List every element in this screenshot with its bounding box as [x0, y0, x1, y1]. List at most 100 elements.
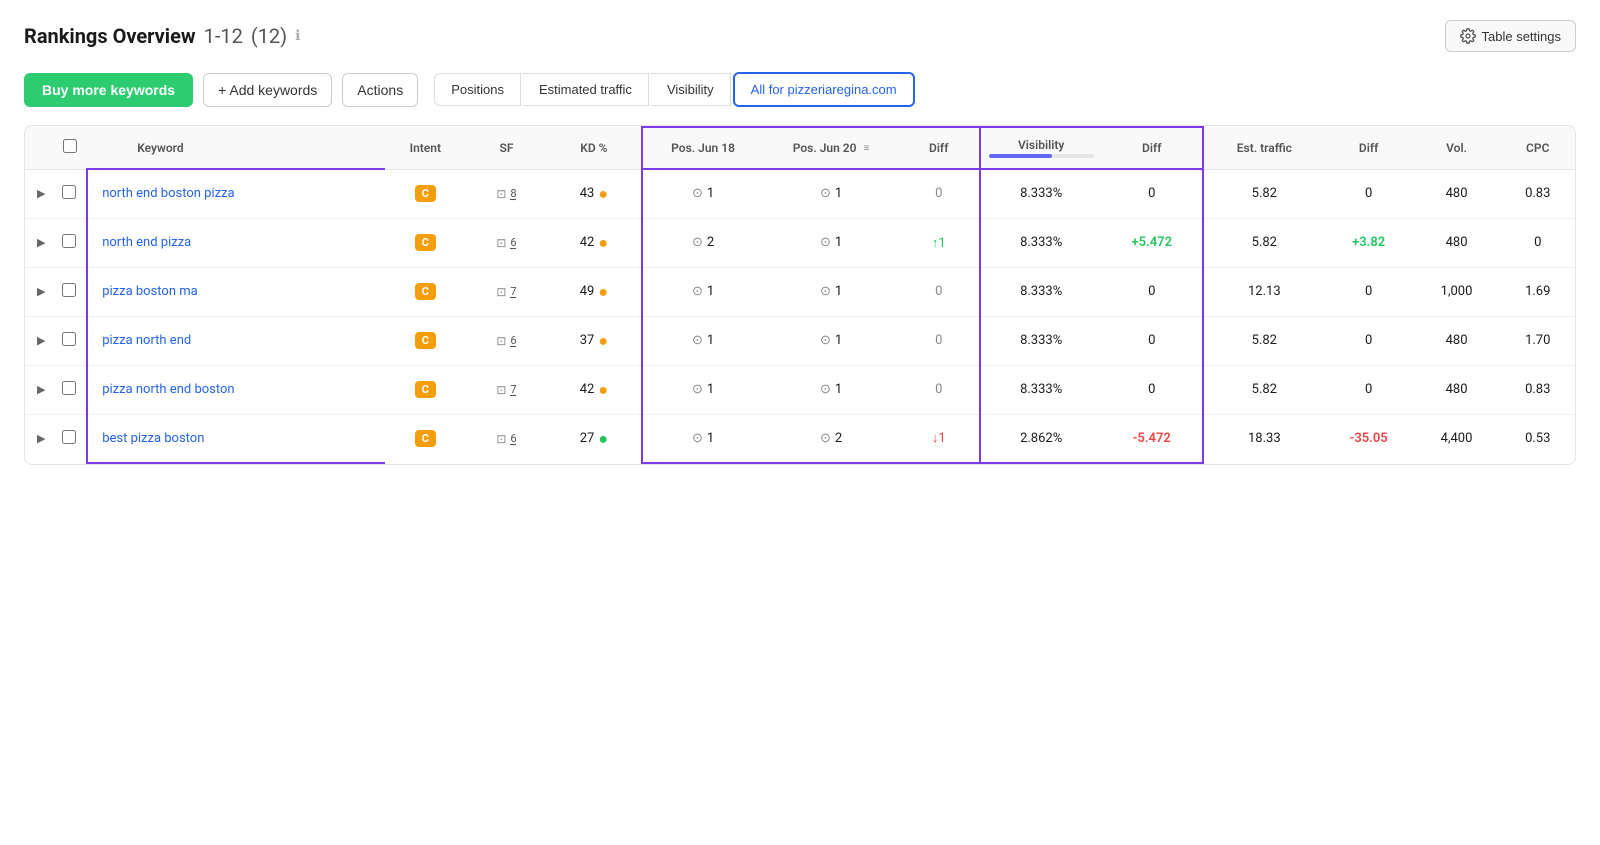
pin-icon: ⊙	[692, 333, 703, 348]
sf-cell: ⊡ 7	[466, 365, 547, 414]
cpc-cell: 0	[1501, 218, 1576, 267]
check-cell[interactable]	[52, 267, 87, 316]
sf-number: 6	[510, 334, 516, 347]
keyword-link[interactable]: pizza boston ma	[102, 284, 198, 299]
expand-button[interactable]: ▶	[33, 283, 49, 300]
vis-diff-cell: -5.472	[1102, 414, 1203, 463]
pin-icon: ⊙	[692, 431, 703, 446]
sf-cell: ⊡ 6	[466, 316, 547, 365]
keyword-link[interactable]: north end pizza	[102, 235, 191, 250]
visibility-value: 8.333%	[1020, 235, 1062, 250]
info-icon[interactable]: ℹ	[295, 28, 300, 44]
pos-jun20-value: 1	[835, 284, 842, 299]
vis-diff-cell: +5.472	[1102, 218, 1203, 267]
est-diff-cell: +3.82	[1325, 218, 1413, 267]
vol-cell: 480	[1413, 316, 1501, 365]
vol-value: 1,000	[1441, 284, 1473, 299]
kd-dot: ●	[598, 184, 608, 204]
pin-icon-2: ⊙	[820, 186, 831, 201]
vis-diff-cell: 0	[1102, 267, 1203, 316]
keyword-link[interactable]: best pizza boston	[102, 431, 204, 446]
expand-cell[interactable]: ▶	[25, 267, 52, 316]
table-row: ▶ pizza boston ma C ⊡ 7 49 ●	[25, 267, 1575, 316]
expand-button[interactable]: ▶	[33, 332, 49, 349]
row-checkbox[interactable]	[62, 185, 76, 199]
row-checkbox[interactable]	[62, 430, 76, 444]
kd-value: 49	[580, 284, 595, 299]
keyword-link[interactable]: pizza north end	[102, 333, 191, 348]
gear-icon	[1460, 28, 1476, 44]
est-diff-up: +3.82	[1352, 235, 1385, 250]
sort-icon[interactable]: ≡	[864, 143, 870, 154]
est-diff-cell: 0	[1325, 365, 1413, 414]
expand-button[interactable]: ▶	[33, 185, 49, 202]
tab-visibility[interactable]: Visibility	[651, 73, 731, 106]
visibility-cell: 8.333%	[980, 316, 1102, 365]
image-icon: ⊡	[496, 334, 506, 348]
visibility-cell: 2.862%	[980, 414, 1102, 463]
diff-neutral: 0	[935, 186, 942, 201]
table-settings-label: Table settings	[1482, 29, 1562, 44]
vol-value: 480	[1446, 333, 1468, 348]
expand-cell[interactable]: ▶	[25, 365, 52, 414]
pin-icon-2: ⊙	[820, 235, 831, 250]
check-cell[interactable]	[52, 218, 87, 267]
keyword-cell: pizza north end	[87, 316, 385, 365]
keyword-link[interactable]: north end boston pizza	[102, 186, 234, 201]
pos-jun20-cell: ⊙ 2	[763, 414, 898, 463]
pos-jun20-value: 1	[835, 235, 842, 250]
expand-button[interactable]: ▶	[33, 234, 49, 251]
title-count-total: (12)	[251, 24, 287, 48]
est-diff-neutral: 0	[1365, 333, 1372, 348]
diff-cell: 0	[899, 267, 980, 316]
add-keywords-button[interactable]: + Add keywords	[203, 73, 332, 107]
diff-up: ↑1	[932, 236, 946, 251]
buy-keywords-button[interactable]: Buy more keywords	[24, 73, 193, 107]
row-checkbox[interactable]	[62, 283, 76, 297]
vol-value: 480	[1446, 382, 1468, 397]
sf-number: 6	[510, 236, 516, 249]
th-est-diff: Diff	[1325, 127, 1413, 169]
intent-cell: C	[385, 267, 466, 316]
th-check[interactable]	[52, 127, 87, 169]
est-traffic-value: 18.33	[1248, 431, 1281, 446]
tab-domain[interactable]: All for pizzeriaregina.com	[733, 72, 915, 107]
tab-traffic[interactable]: Estimated traffic	[523, 73, 649, 106]
table-row: ▶ north end pizza C ⊡ 6 42 ●	[25, 218, 1575, 267]
expand-cell[interactable]: ▶	[25, 316, 52, 365]
th-kd: KD %	[547, 127, 642, 169]
kd-value: 43	[580, 186, 595, 201]
image-icon: ⊡	[496, 187, 506, 201]
row-checkbox[interactable]	[62, 234, 76, 248]
row-checkbox[interactable]	[62, 332, 76, 346]
th-pos-jun18[interactable]: Pos. Jun 18	[642, 127, 764, 169]
keyword-link[interactable]: pizza north end boston	[102, 382, 234, 397]
pin-icon: ⊙	[692, 186, 703, 201]
row-checkbox[interactable]	[62, 381, 76, 395]
th-diff: Diff	[899, 127, 980, 169]
cpc-value: 1.69	[1525, 284, 1550, 299]
kd-cell: 42 ●	[547, 218, 642, 267]
pos-jun20-cell: ⊙ 1	[763, 218, 898, 267]
table-settings-button[interactable]: Table settings	[1445, 20, 1577, 52]
actions-button[interactable]: Actions	[342, 73, 418, 107]
expand-cell[interactable]: ▶	[25, 169, 52, 218]
check-cell[interactable]	[52, 365, 87, 414]
expand-button[interactable]: ▶	[33, 430, 49, 447]
expand-cell[interactable]: ▶	[25, 414, 52, 463]
visibility-value: 2.862%	[1020, 431, 1062, 446]
pin-icon: ⊙	[692, 382, 703, 397]
select-all-checkbox[interactable]	[63, 139, 77, 153]
check-cell[interactable]	[52, 316, 87, 365]
check-cell[interactable]	[52, 414, 87, 463]
tab-positions[interactable]: Positions	[434, 73, 521, 106]
th-pos-jun20[interactable]: Pos. Jun 20 ≡	[763, 127, 898, 169]
expand-cell[interactable]: ▶	[25, 218, 52, 267]
th-keyword: Keyword	[87, 127, 385, 169]
check-cell[interactable]	[52, 169, 87, 218]
cpc-value: 0.53	[1525, 431, 1550, 446]
kd-dot: ●	[598, 331, 608, 351]
est-traffic-value: 12.13	[1248, 284, 1281, 299]
expand-button[interactable]: ▶	[33, 381, 49, 398]
visibility-cell: 8.333%	[980, 169, 1102, 218]
